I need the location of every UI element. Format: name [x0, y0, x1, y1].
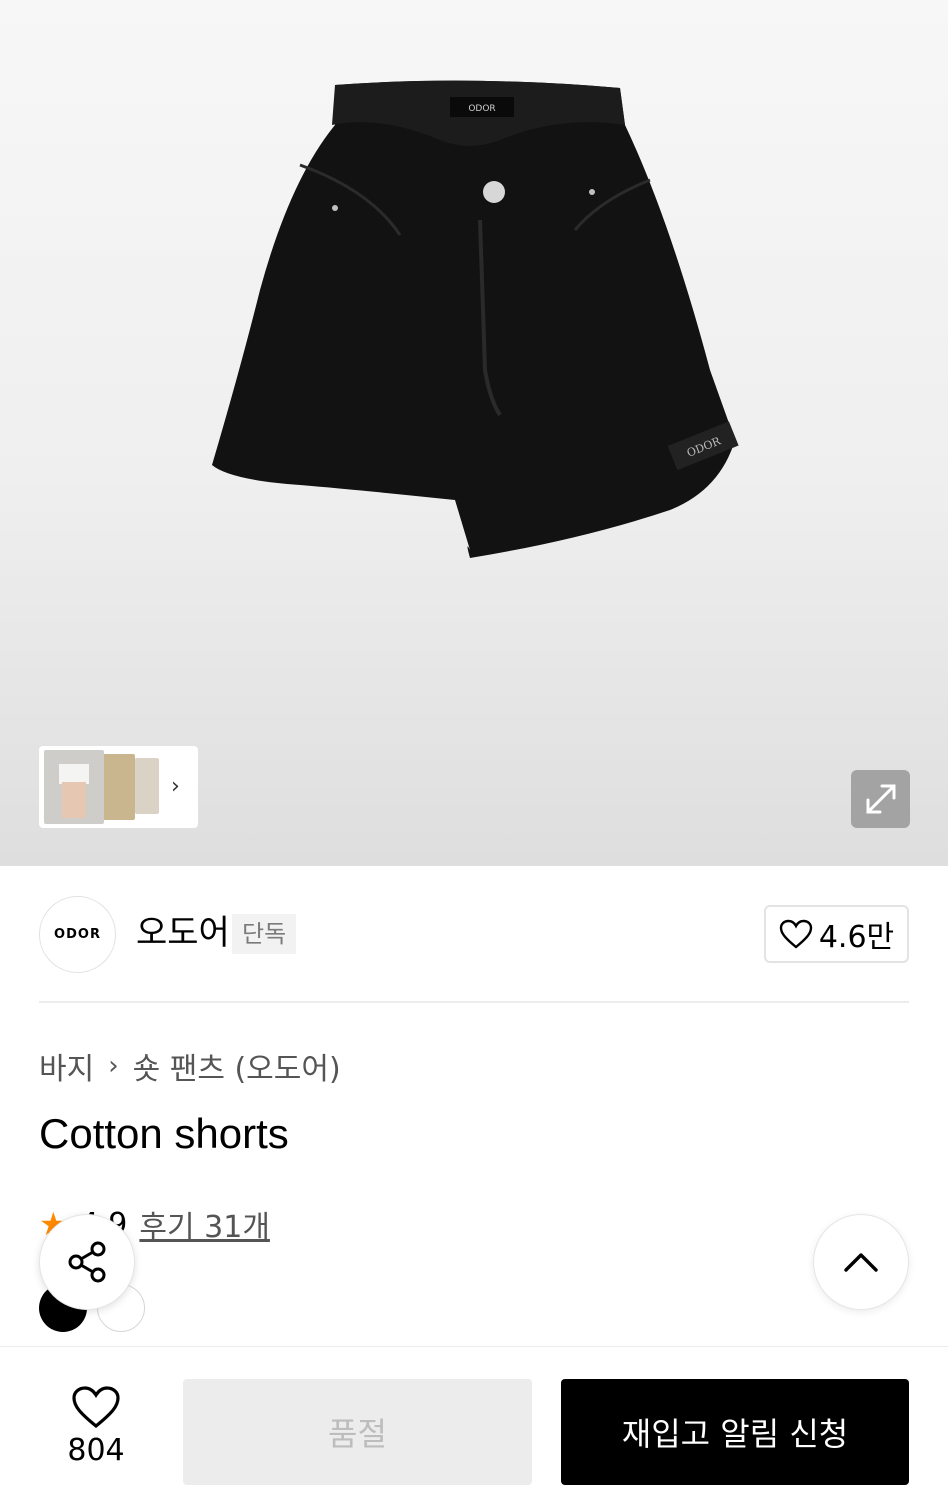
waist-label: ODOR [468, 104, 495, 114]
breadcrumb-item-subcategory[interactable]: 숏 팬츠 (오도어) [133, 1044, 341, 1088]
thumbnail-1[interactable] [44, 750, 104, 824]
heart-icon [72, 1386, 120, 1429]
restock-alert-button[interactable]: 재입고 알림 신청 [561, 1379, 909, 1485]
soldout-button: 품절 [183, 1379, 532, 1485]
share-icon [68, 1241, 106, 1283]
chevron-right-icon[interactable]: › [171, 776, 180, 798]
breadcrumb-item-category[interactable]: 바지 [39, 1044, 94, 1088]
thumbnail-2[interactable] [101, 754, 135, 820]
image-thumbnail-strip[interactable]: › [39, 746, 198, 828]
brand-like-button[interactable]: 4.6만 [764, 905, 909, 963]
expand-image-button[interactable] [851, 770, 910, 828]
reviews-link[interactable]: 후기 31개 [139, 1202, 270, 1246]
brand-logo[interactable]: ODOR [39, 896, 116, 973]
brand-logo-text: ODOR [54, 927, 101, 942]
bottom-action-bar: 804 품절 재입고 알림 신청 [0, 1346, 948, 1500]
expand-icon [866, 784, 895, 814]
product-image: ODOR ODOR [212, 80, 739, 559]
thumbnail-3[interactable] [135, 758, 159, 814]
scroll-to-top-button[interactable] [813, 1214, 909, 1310]
breadcrumb: 바지 › 숏 팬츠 (오도어) [39, 1044, 341, 1088]
divider [39, 1001, 909, 1003]
chevron-right-icon: › [108, 1051, 119, 1081]
heart-icon [779, 919, 813, 949]
brand-like-count: 4.6만 [818, 920, 895, 955]
chevron-up-icon [844, 1253, 878, 1272]
share-button[interactable] [39, 1214, 135, 1310]
wishlist-count: 804 [67, 1433, 125, 1468]
brand-name[interactable]: 오도어 [136, 910, 230, 956]
product-image-area: ODOR ODOR › [0, 0, 948, 866]
product-title: Cotton shorts [39, 1110, 289, 1157]
wishlist-button[interactable]: 804 [55, 1385, 137, 1475]
exclusive-badge: 단독 [232, 914, 297, 954]
